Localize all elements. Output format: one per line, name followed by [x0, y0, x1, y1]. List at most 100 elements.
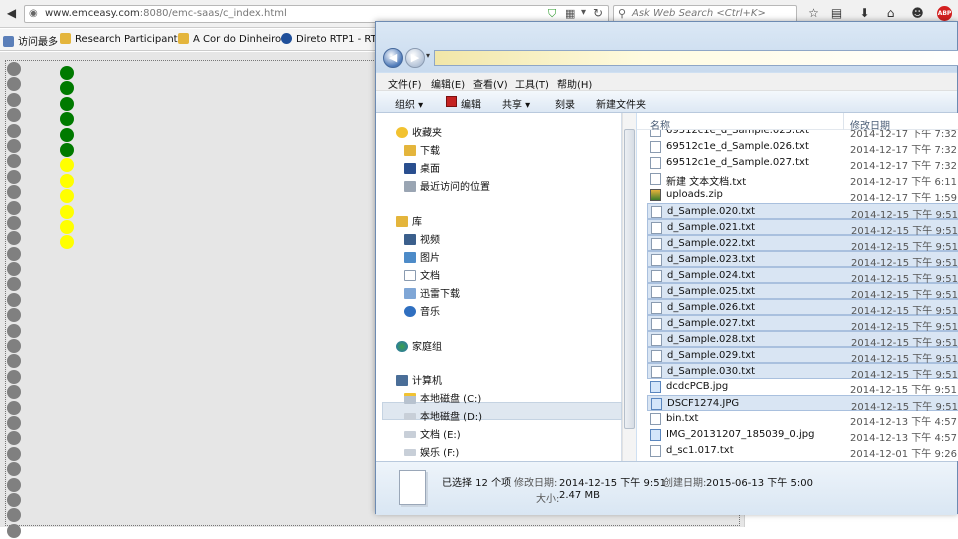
back-icon[interactable]: ◀ — [383, 48, 403, 68]
file-row[interactable]: d_sc1.017.txt 2014-12-01 下午 9:26 — [647, 443, 958, 460]
file-row[interactable]: d_Sample.022.txt 2014-12-15 下午 9:51 — [647, 235, 958, 253]
yellow-status-dot — [60, 219, 74, 234]
file-row[interactable]: d_Sample.029.txt 2014-12-15 下午 9:51 — [647, 347, 958, 365]
home-icon[interactable]: ⌂ — [883, 6, 898, 21]
menu-bar: 文件(F) 编辑(E) 查看(V) 工具(T) 帮助(H) — [376, 73, 957, 91]
file-row[interactable]: d_Sample.030.txt 2014-12-15 下午 9:51 — [647, 363, 958, 381]
file-date: 2014-12-17 下午 1:59 — [850, 193, 957, 204]
edit-button[interactable]: 编辑 — [461, 96, 481, 111]
nav-libraries[interactable]: 库 — [396, 213, 422, 228]
explorer-window: ◀ ▶ ▾ 文件(F) 编辑(E) 查看(V) 工具(T) 帮助(H) 组织 ▾… — [375, 21, 958, 515]
nav-drive-c[interactable]: 本地磁盘 (C:) — [404, 390, 481, 405]
file-name: d_Sample.027.txt — [667, 318, 756, 329]
qr-icon[interactable]: ▦ — [565, 7, 575, 20]
file-row[interactable]: d_Sample.023.txt 2014-12-15 下午 9:51 — [647, 251, 958, 269]
organize-button[interactable]: 组织 ▾ — [395, 96, 423, 111]
text-file-icon — [651, 238, 662, 250]
nav-downloads[interactable]: 下载 — [404, 142, 440, 157]
file-name: d_Sample.023.txt — [667, 254, 756, 265]
file-row[interactable]: d_Sample.021.txt 2014-12-15 下午 9:51 — [647, 219, 958, 237]
nav-desktop[interactable]: 桌面 — [404, 160, 440, 175]
file-row[interactable]: bin.txt 2014-12-13 下午 4:57 — [647, 411, 958, 428]
text-file-icon — [650, 173, 661, 185]
nav-drive-e[interactable]: 文档 (E:) — [404, 426, 461, 441]
file-row[interactable]: d_Sample.026.txt 2014-12-15 下午 9:51 — [647, 299, 958, 317]
file-rows: 69512c1e_d_Sample.025.txt 2014-12-17 下午 7… — [637, 113, 958, 461]
menu-edit[interactable]: 编辑(E) — [431, 76, 465, 91]
reload-icon[interactable]: ↻ — [593, 6, 603, 20]
edit-icon — [446, 96, 457, 107]
file-row[interactable]: dcdcPCB.jpg 2014-12-15 下午 9:51 — [647, 379, 958, 396]
address-bar[interactable] — [434, 50, 958, 66]
green-status-dot — [60, 66, 74, 80]
file-row[interactable]: 69512c1e_d_Sample.026.txt 2014-12-17 下午 7… — [647, 139, 958, 156]
modified-value: 2014-12-15 下午 9:51 — [559, 478, 666, 489]
nav-computer[interactable]: 计算机 — [396, 372, 442, 387]
gray-dot — [7, 446, 21, 461]
chat-icon[interactable]: ☻ — [910, 6, 925, 21]
gray-dot — [7, 523, 21, 538]
file-row[interactable]: DSCF1274.JPG 2014-12-15 下午 9:51 — [647, 395, 958, 413]
bookmark-rtp1[interactable]: Direto RTP1 - RTP — [281, 33, 383, 45]
column-header-name[interactable]: 名称 — [650, 117, 670, 132]
bookmark-cor-dinheiro[interactable]: A Cor do Dinheiro — [178, 33, 281, 45]
nav-videos[interactable]: 视频 — [404, 231, 440, 246]
nav-recent[interactable]: 最近访问的位置 — [404, 178, 490, 193]
file-name: d_Sample.021.txt — [667, 222, 756, 233]
menu-view[interactable]: 查看(V) — [473, 76, 508, 91]
file-row[interactable]: 69512c1e_d_Sample.027.txt 2014-12-17 下午 7… — [647, 155, 958, 172]
dropdown-icon[interactable]: ▾ — [581, 7, 586, 18]
nav-scroll-thumb[interactable] — [624, 129, 635, 429]
file-row[interactable]: d_Sample.028.txt 2014-12-15 下午 9:51 — [647, 331, 958, 349]
file-row[interactable]: d_Sample.027.txt 2014-12-15 下午 9:51 — [647, 315, 958, 333]
nav-thunder[interactable]: 迅雷下载 — [404, 285, 460, 300]
menu-file[interactable]: 文件(F) — [388, 76, 422, 91]
column-header-date[interactable]: 修改日期 — [850, 117, 890, 132]
file-row[interactable]: d_Sample.024.txt 2014-12-15 下午 9:51 — [647, 267, 958, 285]
nav-pictures[interactable]: 图片 — [404, 249, 440, 264]
shield-icon[interactable]: ⛉ — [548, 7, 556, 21]
forward-icon[interactable]: ▶ — [405, 48, 425, 68]
green-status-dot — [60, 96, 74, 111]
nav-documents[interactable]: 文档 — [404, 267, 440, 282]
menu-tools[interactable]: 工具(T) — [515, 76, 549, 91]
menu-help[interactable]: 帮助(H) — [557, 76, 592, 91]
bookmark-research[interactable]: Research Participant... — [60, 33, 187, 45]
text-file-icon — [650, 445, 661, 457]
bookmark-star-icon[interactable]: ☆ — [806, 6, 821, 21]
back-icon[interactable]: ◀ — [4, 6, 19, 21]
burn-button[interactable]: 刻录 — [555, 96, 575, 111]
size-value: 2.47 MB — [559, 490, 600, 501]
star-icon — [396, 127, 408, 138]
gear-icon — [3, 36, 14, 47]
reading-list-icon[interactable]: ▤ — [829, 6, 844, 21]
download-icon[interactable]: ⬇ — [857, 6, 872, 21]
nav-scrollbar[interactable] — [622, 113, 636, 461]
text-file-icon — [651, 222, 662, 234]
file-row[interactable]: uploads.zip 2014-12-17 下午 1:59 — [647, 187, 958, 204]
adblock-icon[interactable]: ABP — [937, 6, 952, 21]
file-row[interactable]: d_Sample.020.txt 2014-12-15 下午 9:51 — [647, 203, 958, 221]
file-date: 2014-12-13 下午 4:57 — [850, 433, 957, 444]
gray-dot — [7, 62, 21, 76]
nav-music[interactable]: 音乐 — [404, 303, 440, 318]
file-date: 2014-12-15 下午 9:51 — [850, 385, 957, 396]
bookmark-most-visited[interactable]: 访问最多 — [3, 33, 58, 48]
green-status-dot — [60, 127, 74, 142]
nav-drive-f[interactable]: 娱乐 (F:) — [404, 444, 459, 459]
nav-homegroup[interactable]: 家庭组 — [396, 338, 442, 353]
file-row[interactable]: 新建 文本文档.txt 2014-12-17 下午 6:11 — [647, 171, 958, 188]
column-header-row: 名称 修改日期 — [637, 113, 958, 132]
file-row[interactable]: IMG_20131207_185039_0.jpg 2014-12-13 下午 4… — [647, 427, 958, 444]
gray-dot — [7, 277, 21, 292]
gray-dot — [7, 262, 21, 277]
file-row[interactable]: d_Sample.025.txt 2014-12-15 下午 9:51 — [647, 283, 958, 301]
search-icon: ⚲ — [618, 7, 627, 20]
nav-favorites[interactable]: 收藏夹 — [396, 124, 442, 139]
history-dropdown-icon[interactable]: ▾ — [426, 51, 430, 60]
new-folder-button[interactable]: 新建文件夹 — [596, 96, 646, 111]
text-file-icon — [651, 366, 662, 378]
share-button[interactable]: 共享 ▾ — [502, 96, 530, 111]
text-file-icon — [651, 350, 662, 362]
nav-drive-d[interactable]: 本地磁盘 (D:) — [404, 408, 482, 423]
